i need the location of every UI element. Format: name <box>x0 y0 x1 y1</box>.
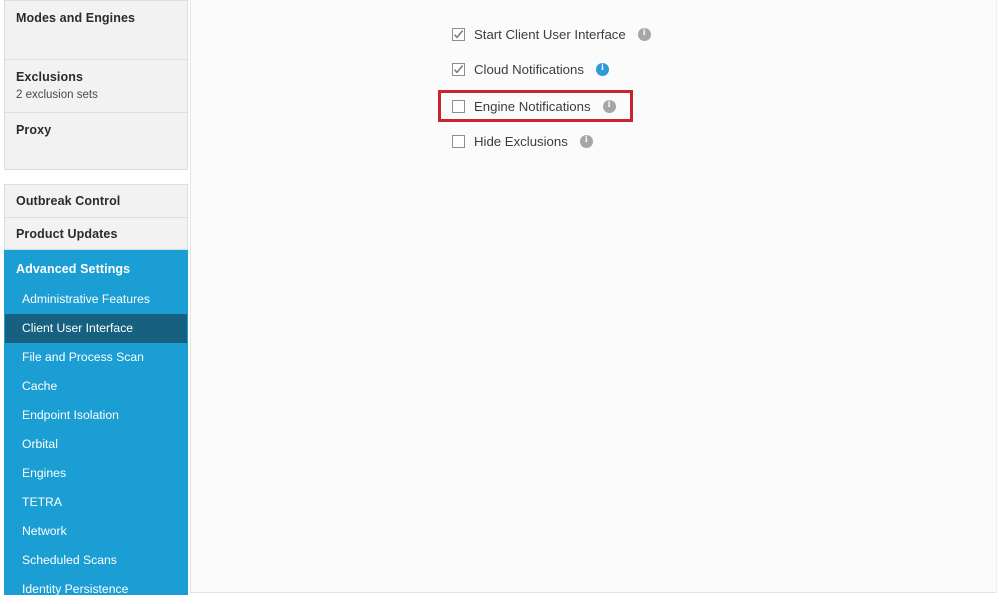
sidebar-item-scheduled-scans[interactable]: Scheduled Scans <box>5 546 187 575</box>
option-row-start-client-user-interface: Start Client User Interface i <box>452 21 651 47</box>
option-label: Cloud Notifications <box>474 61 584 77</box>
sidebar-item-label: Proxy <box>16 123 52 137</box>
sidebar-item-label: Modes and Engines <box>16 11 136 25</box>
option-row-cloud-notifications: Cloud Notifications i <box>452 56 609 82</box>
sidebar-item-proxy[interactable]: Proxy <box>4 112 188 170</box>
client-user-interface-options: Start Client User Interface i Cloud Noti… <box>191 0 996 154</box>
sidebar-item-orbital[interactable]: Orbital <box>5 430 187 459</box>
sidebar-item-label: Exclusions <box>16 70 83 84</box>
sidebar-item-administrative-features[interactable]: Administrative Features <box>5 285 187 314</box>
info-icon[interactable]: i <box>637 27 651 41</box>
sidebar-item-product-updates[interactable]: Product Updates <box>4 217 188 250</box>
sidebar-item-endpoint-isolation[interactable]: Endpoint Isolation <box>5 401 187 430</box>
sidebar-group-control: Outbreak Control Product Updates <box>4 184 188 250</box>
sidebar-item-label: Product Updates <box>16 227 118 241</box>
checkbox-hide-exclusions[interactable] <box>452 134 465 148</box>
option-label: Start Client User Interface <box>474 26 626 42</box>
sidebar-item-label: Outbreak Control <box>16 194 121 208</box>
sidebar-item-file-and-process-scan[interactable]: File and Process Scan <box>5 343 187 372</box>
option-label: Engine Notifications <box>474 98 591 114</box>
sidebar-item-identity-persistence[interactable]: Identity Persistence <box>5 575 187 604</box>
option-row-hide-exclusions: Hide Exclusions i <box>452 128 593 154</box>
checkbox-cloud-notifications[interactable] <box>452 62 465 76</box>
policy-sidebar: Modes and Engines Exclusions 2 exclusion… <box>4 0 188 596</box>
info-icon[interactable]: i <box>595 62 609 76</box>
info-icon[interactable]: i <box>602 99 616 113</box>
settings-page: Modes and Engines Exclusions 2 exclusion… <box>0 0 999 599</box>
option-row-engine-notifications: Engine Notifications i <box>438 90 633 122</box>
sidebar-group-settings: Modes and Engines Exclusions 2 exclusion… <box>4 0 188 170</box>
sidebar-advanced-settings-panel: Advanced Settings Administrative Feature… <box>4 250 188 596</box>
sidebar-advanced-settings-header[interactable]: Advanced Settings <box>5 251 187 285</box>
option-label: Hide Exclusions <box>474 133 568 149</box>
sidebar-item-sublabel: 2 exclusion sets <box>16 89 98 101</box>
settings-content-panel: Start Client User Interface i Cloud Noti… <box>190 0 997 593</box>
sidebar-item-tetra[interactable]: TETRA <box>5 488 187 517</box>
sidebar-group-divider <box>4 170 188 184</box>
sidebar-item-outbreak-control[interactable]: Outbreak Control <box>4 184 188 217</box>
info-icon[interactable]: i <box>579 134 593 148</box>
sidebar-item-client-user-interface[interactable]: Client User Interface <box>5 314 187 343</box>
sidebar-item-cache[interactable]: Cache <box>5 372 187 401</box>
sidebar-item-network[interactable]: Network <box>5 517 187 546</box>
sidebar-item-modes-and-engines[interactable]: Modes and Engines <box>4 0 188 59</box>
checkbox-engine-notifications[interactable] <box>452 99 465 113</box>
sidebar-item-exclusions[interactable]: Exclusions 2 exclusion sets <box>4 59 188 112</box>
checkbox-start-client-user-interface[interactable] <box>452 27 465 41</box>
sidebar-item-engines[interactable]: Engines <box>5 459 187 488</box>
